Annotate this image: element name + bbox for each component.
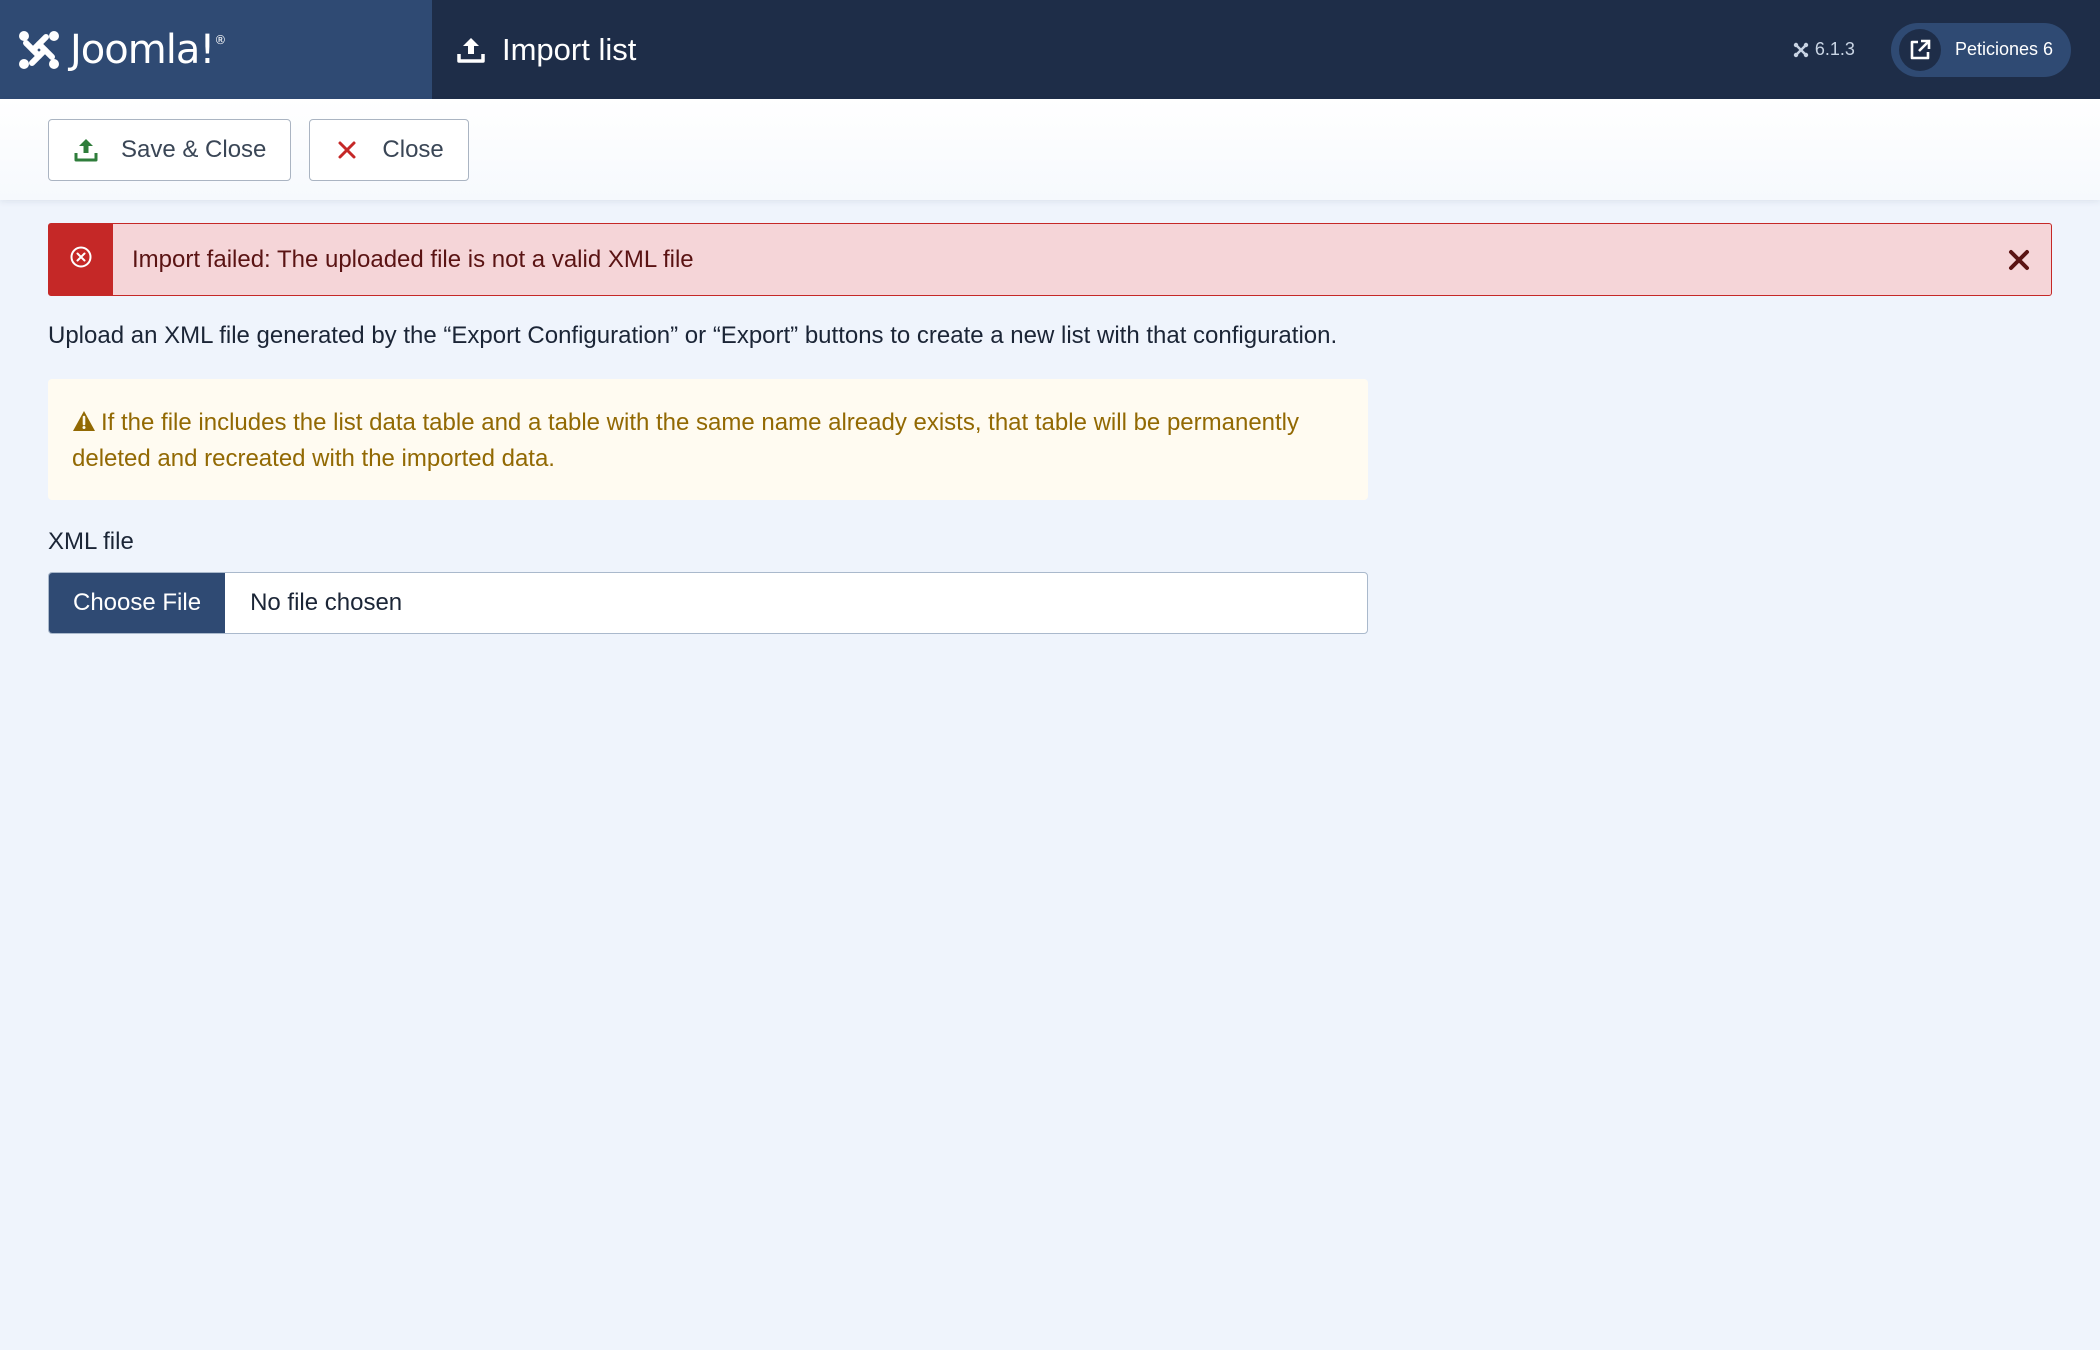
error-message: Import failed: The uploaded file is not … (132, 245, 694, 273)
close-icon (338, 141, 356, 158)
logo-text: Joomla!® (70, 26, 226, 73)
close-button[interactable]: Close (309, 118, 469, 181)
joomla-small-icon (1793, 42, 1809, 57)
joomla-logo[interactable]: Joomla!® (0, 0, 432, 99)
header: Joomla!® Import list 6.1.3 Peticiones 6 (0, 0, 2100, 99)
joomla-logo-icon (19, 30, 59, 69)
site-name-label: Peticiones 6 (1954, 39, 2053, 59)
no-file-chosen-text: No file chosen (250, 589, 403, 616)
version-info[interactable]: 6.1.3 (1793, 39, 1855, 60)
intro-text: Upload an XML file generated by the “Exp… (48, 322, 1338, 349)
toolbar: Save & Close Close (0, 99, 2100, 200)
error-alert: Import failed: The uploaded file is not … (48, 223, 2052, 296)
error-icon-box (49, 224, 113, 295)
warning-text: If the file includes the list data table… (72, 409, 1300, 472)
xml-file-input[interactable]: Choose File No file chosen (48, 572, 1368, 634)
upload-icon (74, 138, 98, 161)
view-site-button[interactable]: Peticiones 6 (1890, 22, 2071, 77)
page-heading: Import list (456, 32, 636, 68)
choose-file-button[interactable]: Choose File (49, 573, 226, 633)
page-title: Import list (502, 31, 637, 67)
close-label: Close (382, 135, 444, 163)
dismiss-alert-icon[interactable] (2007, 248, 2031, 272)
error-circle-icon (70, 246, 92, 268)
warning-triangle-icon (73, 411, 95, 431)
save-close-button[interactable]: Save & Close (48, 118, 292, 181)
upload-icon (457, 37, 485, 63)
external-link-icon (1910, 39, 1931, 59)
warning-box: If the file includes the list data table… (48, 379, 1368, 500)
version-number: 6.1.3 (1814, 39, 1855, 59)
external-link-icon-wrap (1898, 28, 1941, 71)
header-right: 6.1.3 Peticiones 6 (1793, 22, 2100, 77)
save-close-label: Save & Close (121, 135, 267, 163)
xml-file-label: XML file (48, 528, 134, 555)
